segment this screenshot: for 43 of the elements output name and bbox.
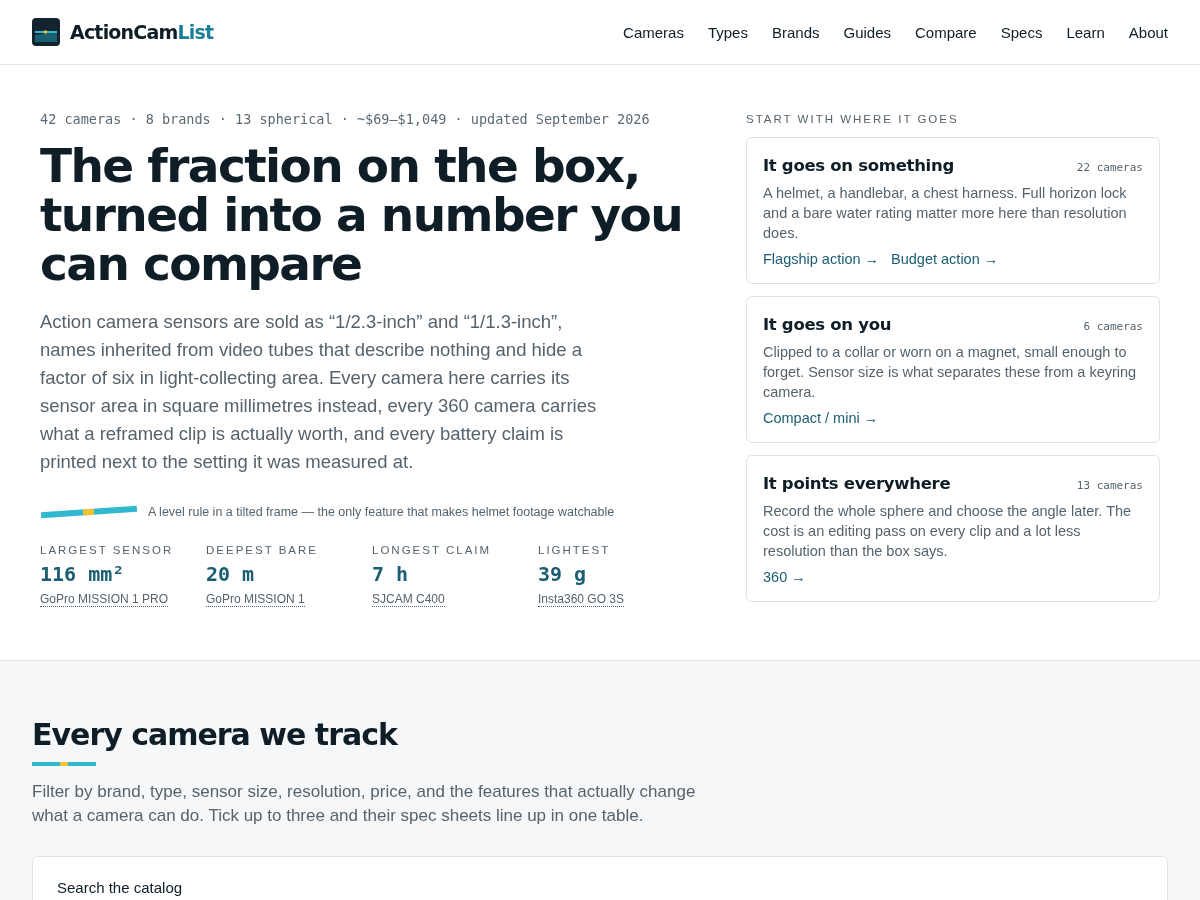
stat-value: 20 m <box>206 562 255 586</box>
card-title: It goes on you <box>763 315 892 334</box>
camera-count: 13 cameras <box>1076 479 1143 492</box>
nav-link[interactable]: Cameras <box>623 23 684 41</box>
camera-link[interactable]: GoPro MISSION 1 PRO <box>40 592 169 607</box>
catalog-summary: 42 cameras · 8 brands · 13 spherical · ~$69–$1,049 · updated September 2026 <box>40 111 651 127</box>
category-link[interactable]: 360 → <box>763 569 806 585</box>
category-link[interactable]: Budget action → <box>891 251 999 267</box>
category-link[interactable]: Compact / mini → <box>763 410 879 426</box>
section-title: Every camera we track <box>32 717 399 752</box>
nav-link[interactable]: Learn <box>1066 23 1105 41</box>
search-label: Search the catalog <box>57 879 183 896</box>
section-label: START WITH WHERE IT GOES <box>746 113 960 125</box>
stat-value: 39 g <box>538 562 587 586</box>
camera-count: 6 cameras <box>1083 320 1143 333</box>
camera-link[interactable]: SJCAM C400 <box>372 592 445 607</box>
stat-label: LONGEST CLAIM <box>372 544 492 556</box>
camera-link[interactable]: GoPro MISSION 1 <box>206 592 305 607</box>
card-description: A helmet, a handlebar, a chest harness. Full horizon lock and a bare water rating matter more here than resolution does. <box>763 184 1128 243</box>
stat-value: 116 mm² <box>40 562 125 586</box>
nav-link[interactable]: Types <box>707 23 748 41</box>
card-title: It points everywhere <box>763 474 951 493</box>
logo-icon <box>32 18 60 46</box>
hero-description: Action camera sensors are sold as “1/2.3-inch” and “1/1.3-inch”, names inherited from video tubes that describe nothing and hide a factor of six in light-collecting area. Every camera here carries its sensor area in square millimetres instead, every 360 camera carries what a reframed clip is actually worth, and every battery claim is printed next to the setting it was measured at. <box>40 310 598 474</box>
camera-link[interactable]: Insta360 GO 3S <box>538 592 625 607</box>
stat-label: LARGEST SENSOR <box>40 544 174 556</box>
category-link[interactable]: Flagship action → <box>763 251 880 267</box>
nav-link[interactable]: Guides <box>843 23 891 41</box>
nav-link[interactable]: Compare <box>915 23 977 41</box>
section-description: Filter by brand, type, sensor size, resolution, price, and the features that actually change what a camera can do. Tick up to three and their spec sheets line up in one table. <box>32 781 697 827</box>
card-description: Clipped to a collar or worn on a magnet, small enough to forget. Sensor size is what separates these from a keyring camera. <box>763 343 1138 402</box>
site-logo[interactable]: ActionCamList <box>70 21 214 43</box>
stat-label: LIGHTEST <box>538 544 611 556</box>
card-description: Record the whole sphere and choose the angle later. The cost is an editing pass on every clip and a lot less resolution than the box says. <box>763 502 1133 561</box>
nav-link[interactable]: About <box>1128 23 1168 41</box>
hero-title: The fraction on the box, turned into a number you can compare <box>40 141 684 288</box>
level-caption: A level rule in a tilted frame — the only feature that makes helmet footage watchable <box>148 505 615 519</box>
nav-link[interactable]: Brands <box>771 23 820 41</box>
stat-label: DEEPEST BARE <box>206 544 318 556</box>
nav-link[interactable]: Specs <box>1000 23 1043 41</box>
stat-value: 7 h <box>372 562 409 586</box>
camera-count: 22 cameras <box>1076 161 1143 174</box>
card-title: It goes on something <box>763 156 954 175</box>
